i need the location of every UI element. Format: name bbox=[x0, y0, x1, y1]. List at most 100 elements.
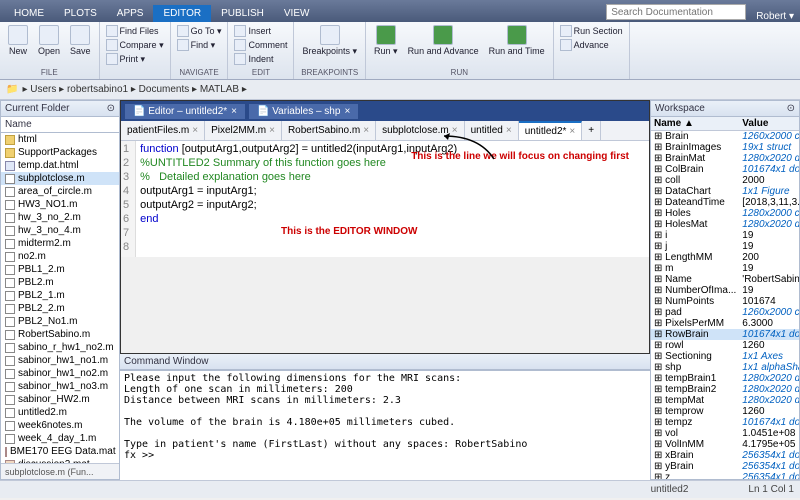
indent-button[interactable]: Indent bbox=[234, 52, 287, 66]
close-icon[interactable]: × bbox=[192, 125, 198, 136]
file-item[interactable]: sabinor_HW2.m bbox=[1, 393, 119, 406]
file-tab[interactable]: untitled2* × bbox=[519, 121, 583, 140]
find--button[interactable]: Find ▾ bbox=[177, 38, 222, 52]
workspace-row[interactable]: ⊞ Name'RobertSabino' bbox=[651, 274, 799, 285]
workspace-row[interactable]: ⊞ tempz101674x1 do bbox=[651, 417, 799, 428]
workspace-row[interactable]: ⊞ NumPoints101674 bbox=[651, 296, 799, 307]
workspace-row[interactable]: ⊞ BrainMat1280x2020 d bbox=[651, 153, 799, 164]
dock-tab[interactable]: 📄 Editor – untitled2* × bbox=[125, 104, 245, 119]
file-item[interactable]: area_of_circle.m bbox=[1, 185, 119, 198]
file-item[interactable]: untitled2.m bbox=[1, 406, 119, 419]
workspace-row[interactable]: ⊞ m19 bbox=[651, 263, 799, 274]
workspace-row[interactable]: ⊞ vol1.0451e+08 bbox=[651, 428, 799, 439]
workspace-row[interactable]: ⊞ LengthMM200 bbox=[651, 252, 799, 263]
new-button[interactable]: New bbox=[6, 24, 30, 57]
workspace-row[interactable]: ⊞ Brain1260x2000 c bbox=[651, 131, 799, 143]
workspace-row[interactable]: ⊞ DateandTime[2018,3,11,3... bbox=[651, 197, 799, 208]
workspace-row[interactable]: ⊞ PixelsPerMM6.3000 bbox=[651, 318, 799, 329]
workspace-row[interactable]: ⊞ i19 bbox=[651, 230, 799, 241]
workspace-row[interactable]: ⊞ xBrain256354x1 do bbox=[651, 450, 799, 461]
file-item[interactable]: BME170 EEG Data.mat bbox=[1, 445, 119, 458]
compare--button[interactable]: Compare ▾ bbox=[106, 38, 164, 52]
workspace-row[interactable]: ⊞ Holes1280x2000 c bbox=[651, 208, 799, 219]
file-item[interactable]: sabino_r_hw1_no2.m bbox=[1, 341, 119, 354]
file-item[interactable]: no2.m bbox=[1, 250, 119, 263]
file-item[interactable]: PBL2_2.m bbox=[1, 302, 119, 315]
file-item[interactable]: RobertSabino.m bbox=[1, 328, 119, 341]
breadcrumb[interactable]: 📁 ▸ Users ▸ robertsabino1 ▸ Documents ▸ … bbox=[0, 80, 800, 100]
workspace-row[interactable]: ⊞ tempMat1280x2020 d bbox=[651, 395, 799, 406]
close-icon[interactable]: × bbox=[231, 106, 237, 117]
comment-button[interactable]: Comment bbox=[234, 38, 287, 52]
file-tab[interactable]: Pixel2MM.m × bbox=[205, 121, 282, 140]
print--button[interactable]: Print ▾ bbox=[106, 52, 164, 66]
save-button[interactable]: Save bbox=[68, 24, 93, 57]
workspace-row[interactable]: ⊞ NumberOfIma...19 bbox=[651, 285, 799, 296]
tab-home[interactable]: HOME bbox=[4, 5, 54, 22]
file-item[interactable]: subplotclose.m bbox=[1, 172, 119, 185]
workspace-row[interactable]: ⊞ VolInMM4.1795e+05 bbox=[651, 439, 799, 450]
file-item[interactable]: PBL2.m bbox=[1, 276, 119, 289]
workspace-row[interactable]: ⊞ BrainImages19x1 struct bbox=[651, 142, 799, 153]
open-button[interactable]: Open bbox=[36, 24, 62, 57]
breakpoints--button[interactable]: Breakpoints ▾ bbox=[300, 24, 359, 58]
file-item[interactable]: hw_3_no_4.m bbox=[1, 224, 119, 237]
close-icon[interactable]: × bbox=[569, 126, 575, 137]
search-input[interactable] bbox=[606, 4, 746, 20]
close-icon[interactable]: × bbox=[506, 125, 512, 136]
advance-button[interactable]: Advance bbox=[560, 38, 623, 52]
workspace-row[interactable]: ⊞ j19 bbox=[651, 241, 799, 252]
workspace-row[interactable]: ⊞ pad1260x2000 c bbox=[651, 307, 799, 318]
file-item[interactable]: temp.dat.html bbox=[1, 159, 119, 172]
close-icon[interactable]: × bbox=[269, 125, 275, 136]
panel-menu-icon[interactable]: ⊙ bbox=[787, 103, 795, 114]
file-item[interactable]: midterm2.m bbox=[1, 237, 119, 250]
file-item[interactable]: sabinor_hw1_no2.m bbox=[1, 367, 119, 380]
workspace-row[interactable]: ⊞ tempBrain11280x2020 d bbox=[651, 373, 799, 384]
command-window[interactable]: Please input the following dimensions fo… bbox=[120, 370, 650, 480]
file-item[interactable]: sabinor_hw1_no3.m bbox=[1, 380, 119, 393]
file-tab[interactable]: patientFiles.m × bbox=[121, 121, 205, 140]
file-item[interactable]: PBL1_2.m bbox=[1, 263, 119, 276]
close-icon[interactable]: × bbox=[363, 125, 369, 136]
column-header[interactable]: Value bbox=[739, 117, 799, 131]
workspace-row[interactable]: ⊞ temprow1260 bbox=[651, 406, 799, 417]
run--button[interactable]: Run ▾ bbox=[372, 24, 400, 58]
workspace-row[interactable]: ⊞ rowl1260 bbox=[651, 340, 799, 351]
run-and-time-button[interactable]: Run and Time bbox=[487, 24, 547, 58]
workspace-row[interactable]: ⊞ DataChart1x1 Figure bbox=[651, 186, 799, 197]
file-item[interactable]: SupportPackages bbox=[1, 146, 119, 159]
user-menu[interactable]: Robert ▾ bbox=[750, 11, 800, 22]
go-to--button[interactable]: Go To ▾ bbox=[177, 24, 222, 38]
workspace-row[interactable]: ⊞ HolesMat1280x2020 d bbox=[651, 219, 799, 230]
dock-tab[interactable]: 📄 Variables – shp × bbox=[249, 104, 358, 119]
file-item[interactable]: sabinor_hw1_no1.m bbox=[1, 354, 119, 367]
tab-publish[interactable]: PUBLISH bbox=[211, 5, 274, 22]
tab-plots[interactable]: PLOTS bbox=[54, 5, 107, 22]
tab-editor[interactable]: EDITOR bbox=[153, 5, 211, 22]
file-item[interactable]: week6notes.m bbox=[1, 419, 119, 432]
file-item[interactable]: PBL2_1.m bbox=[1, 289, 119, 302]
file-item[interactable]: html bbox=[1, 133, 119, 146]
file-item[interactable]: hw_3_no_2.m bbox=[1, 211, 119, 224]
workspace-row[interactable]: ⊞ ColBrain101674x1 do bbox=[651, 164, 799, 175]
workspace-row[interactable]: ⊞ Sectioning1x1 Axes bbox=[651, 351, 799, 362]
tab-view[interactable]: VIEW bbox=[274, 5, 320, 22]
file-tab[interactable]: RobertSabino.m × bbox=[282, 121, 376, 140]
workspace-row[interactable]: ⊞ yBrain256354x1 do bbox=[651, 461, 799, 472]
workspace-row[interactable]: ⊞ RowBrain101674x1 do bbox=[651, 329, 799, 340]
file-item[interactable]: PBL2_No1.m bbox=[1, 315, 119, 328]
insert-button[interactable]: Insert bbox=[234, 24, 287, 38]
file-item[interactable]: HW3_NO1.m bbox=[1, 198, 119, 211]
file-item[interactable]: week_4_day_1.m bbox=[1, 432, 119, 445]
tab-apps[interactable]: APPS bbox=[107, 5, 154, 22]
panel-menu-icon[interactable]: ⊙ bbox=[107, 103, 115, 114]
workspace-row[interactable]: ⊞ tempBrain21280x2020 d bbox=[651, 384, 799, 395]
run-and-advance-button[interactable]: Run and Advance bbox=[406, 24, 481, 58]
workspace-row[interactable]: ⊞ coll2000 bbox=[651, 175, 799, 186]
run-section-button[interactable]: Run Section bbox=[560, 24, 623, 38]
column-header[interactable]: Name ▲ bbox=[651, 117, 739, 131]
find-files-button[interactable]: Find Files bbox=[106, 24, 164, 38]
workspace-row[interactable]: ⊞ shp1x1 alphaSha bbox=[651, 362, 799, 373]
new-tab-button[interactable]: + bbox=[582, 121, 601, 140]
